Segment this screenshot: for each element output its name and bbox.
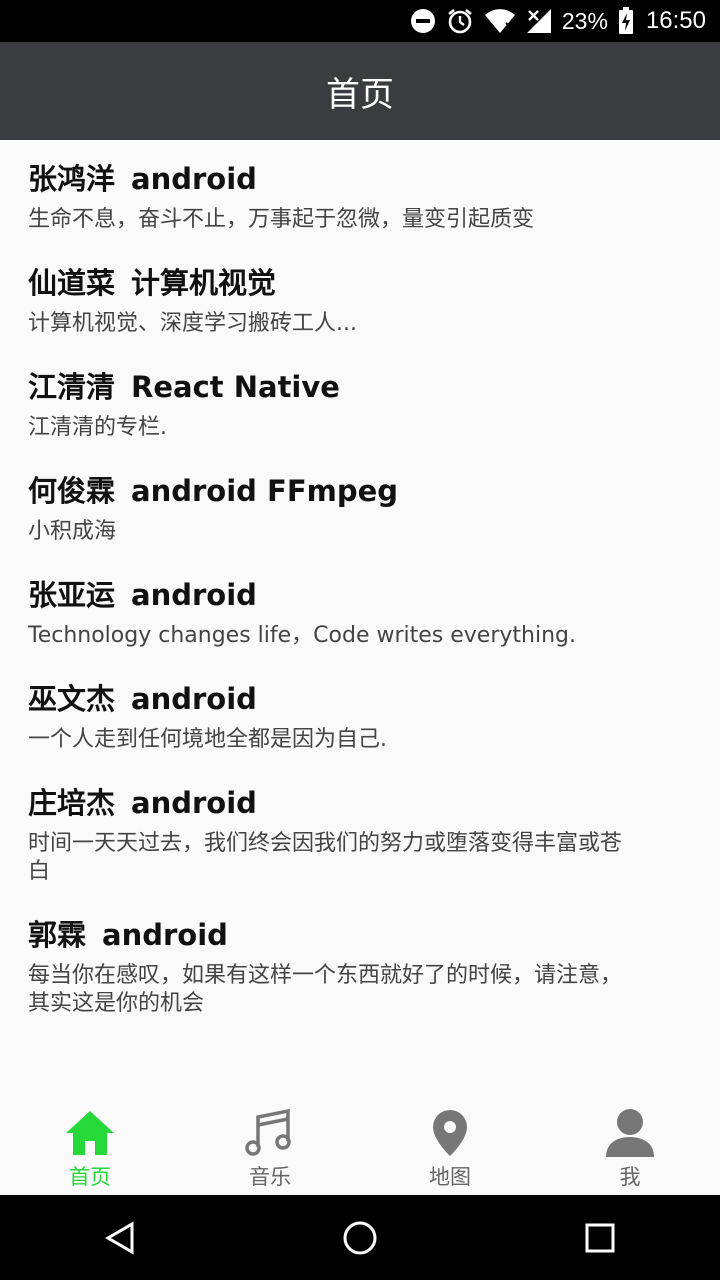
person-icon — [604, 1107, 656, 1159]
author-name: 张鸿洋 — [28, 162, 116, 196]
home-circle-icon[interactable] — [320, 1198, 400, 1278]
author-name: 巫文杰 — [28, 682, 116, 716]
music-note-icon — [244, 1107, 296, 1159]
author-tags: android — [131, 786, 257, 820]
author-tags: android — [131, 162, 257, 196]
author-tags: android — [131, 682, 257, 716]
author-description: 一个人走到任何境地全都是因为自己. — [28, 727, 387, 752]
author-tags: android — [131, 578, 257, 612]
recents-icon[interactable] — [560, 1198, 640, 1278]
wifi-icon — [484, 8, 516, 34]
list-item[interactable]: 庄培杰 android 时间一天天过去，我们终会因我们的努力或堕落变得丰富或苍白 — [0, 764, 720, 896]
list-item[interactable]: 江清清 React Native 江清清的专栏. — [0, 348, 720, 452]
author-list[interactable]: 张鸿洋 android 生命不息，奋斗不止，万事起于忽微，量变引起质变 仙道菜 计算… — [0, 140, 720, 1095]
system-nav-bar — [0, 1195, 720, 1280]
author-tags: android FFmpeg — [131, 474, 399, 508]
author-tags: android — [102, 918, 228, 952]
author-name: 郭霖 — [28, 918, 87, 952]
alarm-icon — [446, 7, 474, 35]
tab-map[interactable]: 地图 — [360, 1095, 540, 1195]
author-name: 江清清 — [28, 370, 116, 404]
signal-icon — [526, 8, 552, 34]
author-description: 每当你在感叹，如果有这样一个东西就好了的时候，请注意，其实这是你的机会 — [28, 963, 623, 1016]
list-item[interactable]: 巫文杰 android 一个人走到任何境地全都是因为自己. — [0, 660, 720, 764]
page-title: 首页 — [326, 74, 394, 115]
bottom-tab-bar: 首页 音乐 地图 我 — [0, 1095, 720, 1195]
author-description: 计算机视觉、深度学习搬砖工人... — [28, 311, 357, 336]
do-not-disturb-icon — [410, 8, 436, 34]
tab-label: 我 — [619, 1165, 641, 1189]
list-item[interactable]: 张亚运 android Technology changes life，Code … — [0, 556, 720, 660]
battery-percent: 23% — [561, 7, 608, 34]
map-pin-icon — [430, 1107, 470, 1159]
author-tags: React Native — [131, 370, 340, 404]
back-icon[interactable] — [80, 1198, 160, 1278]
author-name: 仙道菜 — [28, 266, 116, 300]
tab-home[interactable]: 首页 — [0, 1095, 180, 1195]
author-description: 江清清的专栏. — [28, 415, 167, 440]
author-name: 庄培杰 — [28, 786, 116, 820]
tab-label: 地图 — [429, 1165, 471, 1189]
author-description: 生命不息，奋斗不止，万事起于忽微，量变引起质变 — [28, 207, 535, 232]
author-name: 何俊霖 — [28, 474, 116, 508]
clock: 16:50 — [645, 7, 706, 34]
tab-label: 首页 — [69, 1165, 111, 1189]
list-item[interactable]: 何俊霖 android FFmpeg 小积成海 — [0, 452, 720, 556]
list-item[interactable]: 张鸿洋 android 生命不息，奋斗不止，万事起于忽微，量变引起质变 — [0, 140, 720, 244]
tab-me[interactable]: 我 — [540, 1095, 720, 1195]
list-item[interactable]: 郭霖 android 每当你在感叹，如果有这样一个东西就好了的时候，请注意，其实这… — [0, 896, 720, 1028]
tab-music[interactable]: 音乐 — [180, 1095, 360, 1195]
battery-charging-icon — [618, 7, 634, 35]
author-description: Technology changes life，Code writes ever… — [28, 623, 576, 648]
tab-label: 音乐 — [249, 1165, 291, 1189]
author-tags: 计算机视觉 — [131, 266, 277, 300]
app-bar: 首页 — [0, 42, 720, 140]
status-bar: 23% 16:50 — [0, 0, 720, 42]
author-description: 时间一天天过去，我们终会因我们的努力或堕落变得丰富或苍白 — [28, 831, 623, 884]
author-description: 小积成海 — [28, 519, 117, 544]
author-name: 张亚运 — [28, 578, 116, 612]
list-item[interactable]: 仙道菜 计算机视觉 计算机视觉、深度学习搬砖工人... — [0, 244, 720, 348]
home-icon — [64, 1107, 116, 1159]
